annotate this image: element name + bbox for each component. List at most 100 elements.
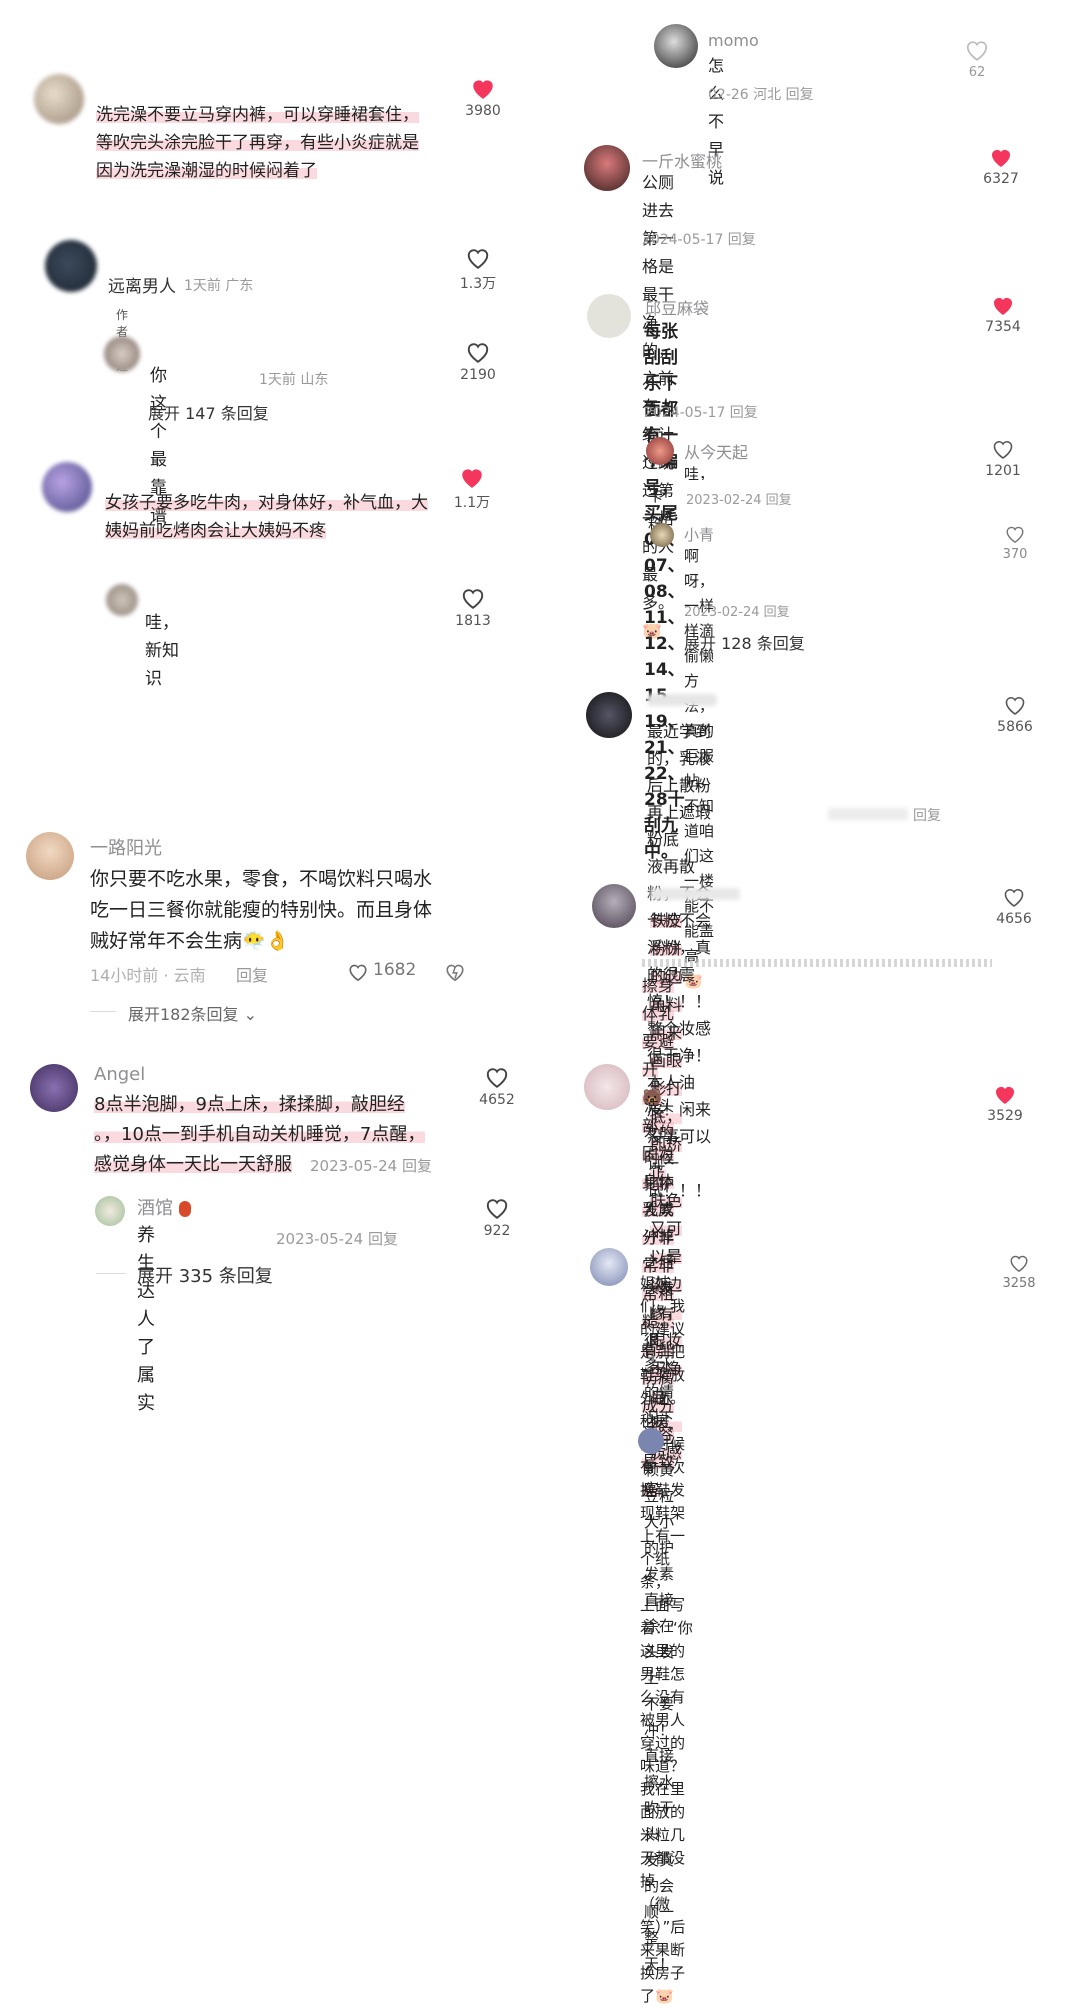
- like-count: 1813: [455, 613, 491, 629]
- avatar[interactable]: [586, 692, 632, 738]
- reply-button[interactable]: 回复: [913, 805, 941, 825]
- avatar-partial[interactable]: [638, 1428, 664, 1454]
- like-button[interactable]: 4656: [984, 886, 1044, 927]
- blurred-meta: [828, 808, 908, 820]
- heart-icon: [966, 41, 988, 61]
- reply-avatar[interactable]: [104, 336, 140, 372]
- comment-meta: 1天前 广东: [184, 278, 254, 294]
- reply-author-name[interactable]: 酒馆: [137, 1194, 191, 1220]
- reply-like-button[interactable]: 370: [985, 524, 1045, 562]
- avatar[interactable]: [45, 240, 97, 292]
- like-count: 4656: [996, 911, 1032, 927]
- lantern-icon: [178, 1201, 191, 1217]
- author-name[interactable]: [650, 888, 740, 900]
- comment-meta: 2024-05-17 回复: [642, 232, 756, 248]
- reply-button[interactable]: 回复: [236, 962, 268, 986]
- like-button[interactable]: 3258: [989, 1253, 1049, 1291]
- like-button[interactable]: 62: [947, 38, 1007, 80]
- avatar[interactable]: [42, 462, 92, 512]
- like-button[interactable]: 6327: [971, 146, 1031, 187]
- expand-replies-link[interactable]: 展开 128 条回复: [684, 630, 805, 654]
- author-name[interactable]: 远离男人: [108, 272, 176, 297]
- chevron-down-icon: ⌄: [243, 1005, 258, 1024]
- heart-icon: [462, 589, 484, 609]
- reply-like-button[interactable]: 2190: [448, 340, 508, 383]
- like-count: 3980: [465, 103, 501, 119]
- like-count: 2190: [460, 367, 496, 383]
- heart-icon: [467, 249, 489, 269]
- reply-meta: 2023-02-24 回复: [684, 605, 790, 620]
- comment-meta: 2024-05-17 回复: [644, 405, 758, 421]
- reply-like-button[interactable]: 1201: [973, 438, 1033, 479]
- heart-filled-icon: [996, 1087, 1014, 1104]
- like-button[interactable]: 7354: [973, 294, 1033, 335]
- divider-line: [96, 1273, 126, 1274]
- dislike-icon[interactable]: [444, 962, 466, 982]
- avatar[interactable]: [34, 74, 84, 124]
- like-button[interactable]: 5866: [985, 694, 1045, 735]
- heart-icon: [1010, 1255, 1028, 1273]
- author-name[interactable]: [647, 694, 717, 706]
- reply-avatar[interactable]: [95, 1196, 125, 1226]
- reply-avatar[interactable]: [646, 437, 674, 465]
- comment-meta: 14小时前 · 云南: [90, 966, 206, 985]
- avatar[interactable]: [590, 1248, 628, 1286]
- comment-text: 你只要不吃水果，零食，不喝饮料只喝水 吃一日三餐你就能瘦的特别快。而且身体 贼好…: [90, 868, 433, 952]
- overlap-strip: [642, 959, 992, 967]
- right-screenshot: momo 怎么不早说 02-26 河北 回复 62 一斤水蜜桃 公厕进去第一格是…: [540, 0, 1080, 2005]
- comment-text: 女孩子要多吃牛肉，对身体好，补气血，大 姨妈前吃烤肉会让大姨妈不疼: [105, 493, 428, 541]
- reply-avatar[interactable]: [650, 523, 674, 547]
- like-button[interactable]: 3529: [975, 1083, 1035, 1124]
- heart-filled-icon: [994, 298, 1012, 315]
- expand-replies-link[interactable]: 展开182条回复 ⌄: [128, 1001, 257, 1025]
- comment-text: 洗完澡不要立马穿内裤，可以穿睡裙套住， 等吹完头涂完脸干了再穿，有些小炎症就是 …: [96, 105, 419, 181]
- like-button[interactable]: 1.3万: [448, 246, 508, 293]
- avatar[interactable]: [30, 1064, 78, 1112]
- reply-avatar[interactable]: [106, 584, 138, 616]
- heart-icon: [1006, 526, 1024, 544]
- like-button[interactable]: 3980: [453, 76, 513, 119]
- like-count: 5866: [997, 719, 1033, 735]
- heart-icon: [993, 441, 1013, 459]
- like-count: 1201: [985, 463, 1021, 479]
- like-count: 922: [483, 1223, 511, 1239]
- like-count: 3529: [987, 1108, 1023, 1124]
- heart-filled-icon: [462, 469, 482, 488]
- author-name[interactable]: 一路阳光: [90, 834, 162, 860]
- comment-text: 姐妹们，我的建议是别把鞋架放外面。租房 的时候有一次换鞋发现鞋架上有一个纸条， …: [640, 1274, 693, 2005]
- like-count: 62: [968, 65, 986, 80]
- reply-text: 养生达人了属实: [137, 1225, 155, 1414]
- reply-meta: 1天前 山东: [259, 372, 329, 388]
- avatar[interactable]: [587, 294, 631, 338]
- expand-replies-link[interactable]: 展开 335 条回复: [137, 1262, 273, 1288]
- avatar[interactable]: [584, 1064, 630, 1110]
- heart-icon: [486, 1068, 508, 1088]
- like-button[interactable]: 1.1万: [442, 465, 502, 512]
- like-count: 6327: [983, 171, 1019, 187]
- reply-meta: 2023-02-24 回复: [686, 493, 792, 508]
- author-name[interactable]: Angel: [94, 1064, 145, 1085]
- heart-icon: [1005, 697, 1025, 715]
- like-button[interactable]: 4652: [467, 1065, 527, 1108]
- author-name[interactable]: 邱豆麻袋: [645, 295, 709, 319]
- reply-meta: 2023-05-24 回复: [276, 1230, 398, 1248]
- heart-filled-icon: [473, 80, 493, 99]
- expand-replies-link[interactable]: 展开 147 条回复: [148, 400, 269, 424]
- reply-like-button[interactable]: 1813: [443, 586, 503, 629]
- heart-icon: [349, 964, 367, 982]
- author-name[interactable]: momo: [708, 31, 759, 50]
- reply-like-button[interactable]: 922: [467, 1196, 527, 1239]
- heart-icon: [486, 1199, 508, 1219]
- like-count: 7354: [985, 319, 1021, 335]
- reply-author-name[interactable]: 小青: [684, 524, 714, 545]
- like-count: 1.1万: [453, 495, 491, 511]
- heart-icon: [1004, 889, 1024, 907]
- avatar[interactable]: [592, 884, 636, 928]
- like-count: 1682: [373, 960, 417, 980]
- like-count: 370: [1002, 547, 1028, 562]
- avatar[interactable]: [654, 24, 698, 68]
- like-count: 4652: [479, 1092, 515, 1108]
- comment-meta: 02-26 河北 回复: [708, 87, 814, 103]
- avatar[interactable]: [26, 832, 74, 880]
- avatar[interactable]: [584, 145, 630, 191]
